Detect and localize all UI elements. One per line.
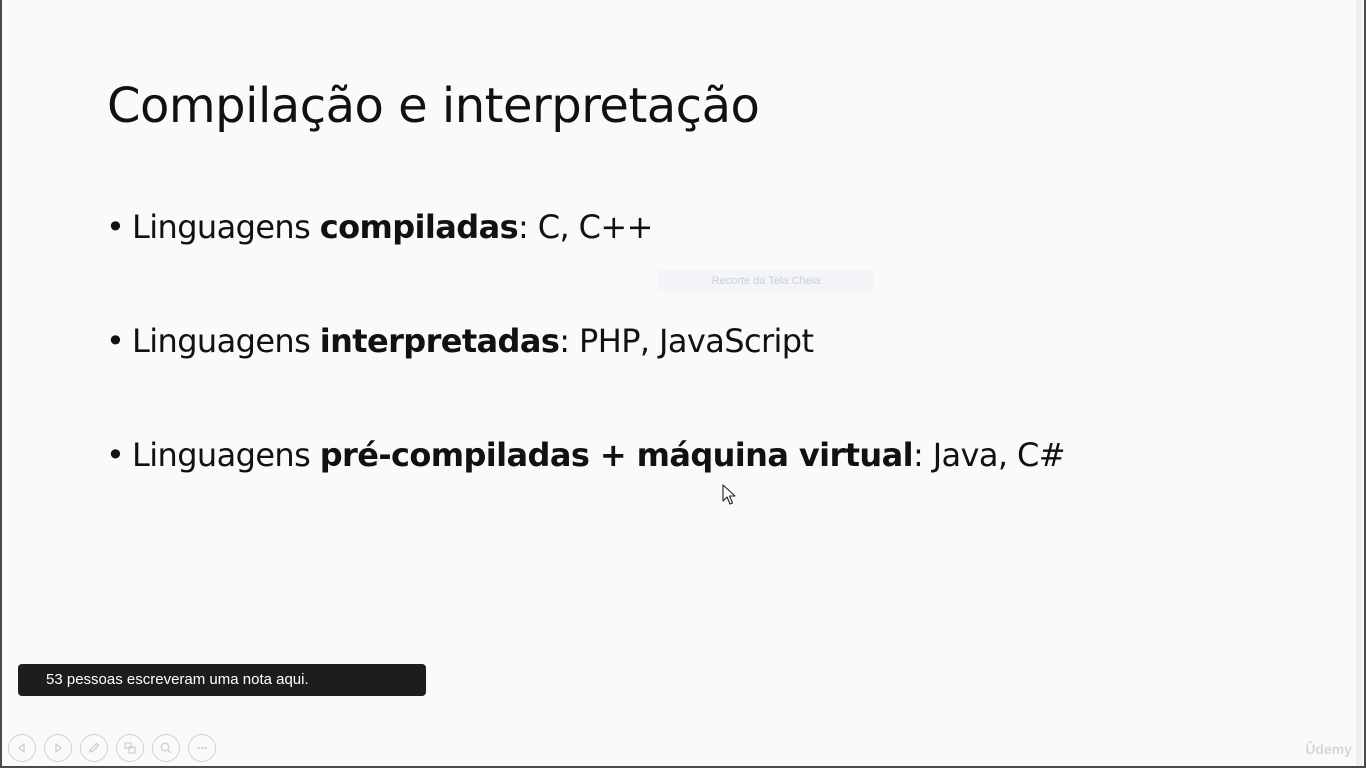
zoom-icon bbox=[160, 742, 172, 754]
bullet-suffix: : C, C++ bbox=[518, 208, 653, 246]
mouse-pointer-icon bbox=[722, 484, 736, 505]
note-notification-text: 53 pessoas escreveram uma nota aqui. bbox=[46, 671, 309, 688]
bullet-suffix: : PHP, JavaScript bbox=[559, 322, 814, 360]
slide-title: Compilação e interpretação bbox=[107, 78, 760, 134]
bullet-marker: • bbox=[106, 436, 125, 474]
screen-clip-watermark: Recorte da Tela Cheia bbox=[658, 270, 874, 292]
bullet-suffix: : Java, C# bbox=[912, 436, 1066, 474]
bullet-marker: • bbox=[106, 208, 125, 246]
previous-slide-button[interactable] bbox=[8, 734, 36, 762]
bullet-bold-term: pré-compiladas + máquina virtual bbox=[319, 436, 914, 474]
udemy-logo: Ûdemy bbox=[1305, 741, 1352, 757]
next-slide-icon bbox=[55, 743, 62, 753]
more-options-button[interactable] bbox=[188, 734, 216, 762]
zoom-button[interactable] bbox=[152, 734, 180, 762]
more-options-icon bbox=[197, 746, 207, 750]
pen-tool-button[interactable] bbox=[80, 734, 108, 762]
bullet-marker: • bbox=[106, 322, 125, 360]
note-notification[interactable]: 53 pessoas escreveram uma nota aqui. bbox=[18, 664, 426, 696]
slideshow-toolbar bbox=[8, 734, 216, 764]
next-slide-button[interactable] bbox=[44, 734, 72, 762]
bullet-prefix: Linguagens bbox=[132, 208, 320, 246]
bullet-item: • Linguagens pré-compiladas + máquina vir… bbox=[106, 436, 1066, 474]
bullet-item: • Linguagens interpretadas: PHP, JavaScri… bbox=[106, 322, 814, 360]
see-all-slides-button[interactable] bbox=[116, 734, 144, 762]
bullet-prefix: Linguagens bbox=[132, 436, 320, 474]
bullet-bold-term: interpretadas bbox=[319, 322, 560, 360]
presentation-frame: Compilação e interpretação • Linguagens c… bbox=[0, 0, 1366, 768]
bullet-item: • Linguagens compiladas: C, C++ bbox=[106, 208, 653, 246]
pen-icon bbox=[89, 742, 100, 753]
previous-slide-icon bbox=[18, 743, 25, 753]
scrollbar[interactable] bbox=[1356, 0, 1362, 766]
slides-grid-icon bbox=[124, 742, 136, 754]
bullet-bold-term: compiladas bbox=[319, 208, 519, 246]
bullet-prefix: Linguagens bbox=[132, 322, 320, 360]
